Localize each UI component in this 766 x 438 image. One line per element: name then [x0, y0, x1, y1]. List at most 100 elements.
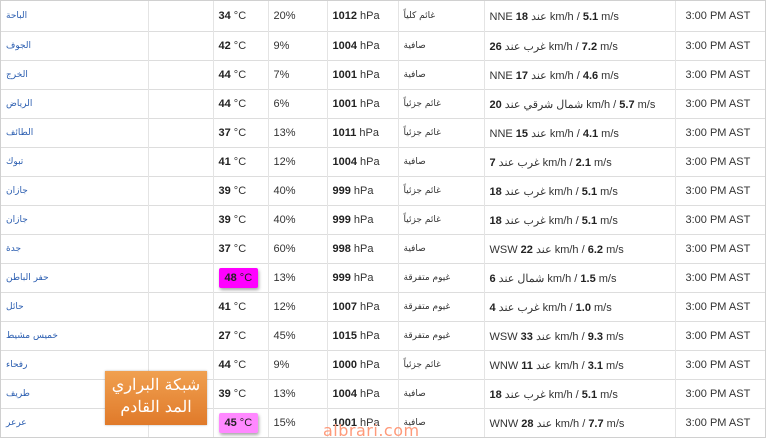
city-link[interactable]: جازان [6, 215, 28, 225]
pressure-unit: hPa [356, 388, 380, 400]
temperature-cell: 44 °C [212, 89, 268, 119]
pressure-cell: 998 hPa [326, 234, 398, 264]
time-cell: 3:00 PM AST [674, 118, 765, 148]
temperature-unit: °C [230, 69, 247, 81]
pressure-unit: hPa [350, 214, 374, 226]
city-cell[interactable]: جدة [1, 234, 148, 264]
wind-kmh: 20 [489, 98, 502, 111]
wind-kmh: 33 [520, 330, 533, 343]
empty-cell [147, 176, 213, 206]
wind-ms: 2.1 [575, 156, 591, 169]
temperature-highlight: 48 °C [218, 268, 259, 288]
city-link[interactable]: الخرج [6, 70, 28, 80]
pressure-cell: 1015 hPa [326, 321, 398, 351]
wind-ms: 5.1 [581, 185, 598, 198]
city-link[interactable]: حائل [6, 302, 24, 312]
wind-unit-ms: m/s [597, 388, 618, 401]
temperature-cell: 44 °C [212, 350, 268, 380]
condition-cell: غائم جزئياً [397, 89, 484, 119]
wind-unit-ms: m/s [598, 127, 619, 140]
condition-cell: غائم جزئياً [397, 176, 484, 206]
empty-cell [147, 234, 213, 264]
wind-cell: NNE 17 عند km/h / 4.6 m/s [483, 60, 675, 90]
temperature-cell: 41 °C [212, 292, 268, 322]
wind-cell: NNE 15 عند km/h / 4.1 m/s [483, 118, 675, 148]
wind-cell: غرب عند 7 km/h / 2.1 m/s [483, 147, 675, 177]
temperature-number: 44 [218, 98, 231, 110]
wind-ms: 5.1 [582, 10, 599, 23]
city-cell[interactable]: خميس مشيط [1, 321, 148, 351]
city-link[interactable]: الجوف [6, 41, 31, 51]
wind-unit-kmh: عند km/h / [528, 69, 583, 82]
pressure-unit: hPa [356, 69, 380, 81]
wind-direction: غرب عند [495, 156, 540, 169]
pressure-number: 1001 [332, 98, 357, 110]
city-cell[interactable]: تبوك [1, 147, 148, 177]
temperature-value: 44 °C [219, 69, 247, 81]
city-cell[interactable]: الرياض [1, 89, 148, 119]
wind-unit-kmh: عند km/h / [532, 243, 588, 256]
pressure-unit: hPa [350, 243, 374, 255]
temperature-cell: 39 °C [212, 205, 268, 235]
city-link[interactable]: رفحاء [6, 360, 27, 370]
city-link[interactable]: جازان [6, 186, 28, 196]
humidity-cell: 40% [267, 176, 327, 206]
wind-direction: NNE [489, 127, 516, 140]
wind-unit-ms: m/s [597, 40, 618, 53]
empty-cell [147, 118, 213, 148]
city-link[interactable]: الرياض [6, 99, 32, 109]
wind-direction: غرب عند [501, 40, 546, 53]
city-link[interactable]: جدة [6, 244, 21, 254]
pressure-unit: hPa [350, 272, 374, 284]
humidity-cell: 45% [267, 321, 327, 351]
humidity-cell: 60% [267, 234, 327, 264]
wind-unit-kmh: عند km/h / [528, 127, 583, 140]
city-link[interactable]: عرعر [6, 418, 27, 428]
temperature-cell: 39 °C [212, 176, 268, 206]
table-row: حائل 41 °C 12% 1007 hPa غيوم متفرقة غرب عند 4… [1, 292, 765, 322]
wind-ms: 5.7 [619, 98, 635, 111]
temperature-number: 44 [218, 359, 231, 371]
wind-direction: WSW [489, 243, 521, 256]
pressure-cell: 1004 hPa [326, 31, 398, 61]
temperature-unit: °C [230, 98, 247, 110]
pressure-cell: 999 hPa [326, 263, 398, 293]
empty-cell [147, 1, 213, 32]
city-cell[interactable]: الباحة [1, 1, 148, 32]
condition-cell: غائم جزئياً [397, 350, 484, 380]
city-link[interactable]: الطائف [6, 128, 33, 138]
time-cell: 3:00 PM AST [674, 1, 765, 32]
temperature-unit: °C [230, 40, 247, 52]
city-cell[interactable]: جازان [1, 205, 148, 235]
pressure-unit: hPa [356, 359, 380, 371]
wind-ms: 3.1 [587, 359, 603, 372]
city-link[interactable]: حفر الباطن [6, 273, 49, 283]
city-link[interactable]: خميس مشيط [6, 331, 58, 341]
wind-cell: شمال شرقي عند 20 km/h / 5.7 m/s [483, 89, 675, 119]
city-cell[interactable]: الخرج [1, 60, 148, 90]
time-cell: 3:00 PM AST [674, 89, 765, 119]
city-link[interactable]: تبوك [6, 157, 23, 167]
city-link[interactable]: طريف [6, 389, 30, 399]
wind-unit-ms: m/s [603, 417, 625, 430]
pressure-unit: hPa [356, 98, 380, 110]
temperature-number: 34 [218, 10, 231, 22]
pressure-number: 1004 [332, 40, 357, 52]
temperature-unit: °C [230, 359, 247, 371]
city-cell[interactable]: الجوف [1, 31, 148, 61]
city-cell[interactable]: حفر الباطن [1, 263, 148, 293]
city-cell[interactable]: جازان [1, 176, 148, 206]
wind-ms: 5.1 [581, 388, 598, 401]
city-cell[interactable]: حائل [1, 292, 148, 322]
wind-unit-kmh: km/h / [539, 156, 576, 169]
pressure-unit: hPa [356, 127, 380, 139]
wind-kmh: 28 [521, 417, 534, 430]
empty-cell [147, 321, 213, 351]
wind-direction: WNW [489, 417, 522, 430]
pressure-cell: 1004 hPa [326, 147, 398, 177]
city-cell[interactable]: الطائف [1, 118, 148, 148]
city-link[interactable]: الباحة [6, 11, 27, 21]
temperature-value: 27 °C [219, 330, 247, 342]
wind-direction: غرب عند [501, 185, 546, 198]
temperature-number: 39 [218, 214, 231, 226]
